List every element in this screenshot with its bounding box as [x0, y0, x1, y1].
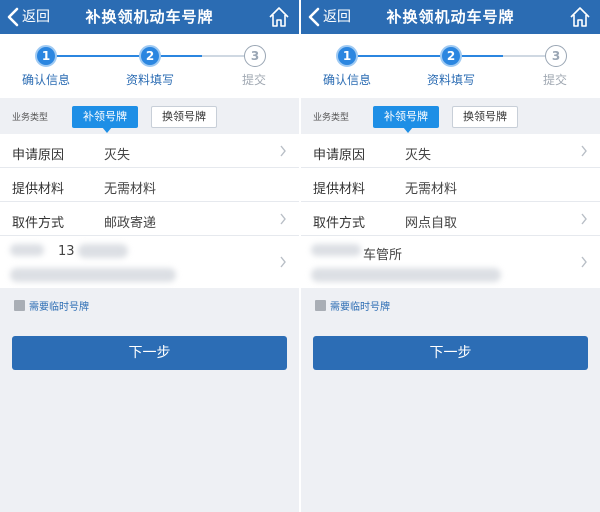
chevron-right-icon	[581, 256, 587, 268]
row-address[interactable]: 车管所	[301, 236, 600, 288]
redacted-text	[10, 244, 44, 256]
step-connector	[54, 55, 140, 57]
row-value: 灭失	[104, 148, 131, 163]
next-button[interactable]: 下一步	[313, 336, 588, 370]
redacted-text	[311, 268, 501, 282]
temp-plate-option[interactable]: 需要临时号牌	[315, 298, 390, 313]
step-label: 提交	[241, 73, 266, 87]
type-option-exchange[interactable]: 换领号牌	[151, 106, 217, 128]
business-type-label: 业务类型	[12, 113, 49, 123]
step-label: 确认信息	[322, 73, 371, 87]
step-label: 资料填写	[125, 73, 174, 87]
chevron-right-icon	[581, 145, 587, 157]
row-value: 灭失	[405, 148, 432, 163]
row-key: 提供材料	[313, 182, 366, 197]
address-partial: 车管所	[363, 248, 403, 263]
temp-plate-option[interactable]: 需要临时号牌	[14, 298, 89, 313]
step-connector	[160, 55, 244, 57]
row-reason[interactable]: 申请原因 灭失	[301, 134, 600, 168]
type-option-exchange[interactable]: 换领号牌	[452, 106, 518, 128]
step-number: 3	[244, 45, 266, 67]
nav-bar: 返回 补换领机动车号牌	[0, 0, 299, 34]
row-address[interactable]: 13	[0, 236, 299, 288]
type-option-replace-lost[interactable]: 补领号牌	[72, 106, 138, 133]
type-option-replace-lost[interactable]: 补领号牌	[373, 106, 439, 133]
business-type-bar: 业务类型 补领号牌 换领号牌	[0, 98, 299, 134]
step-number: 3	[545, 45, 567, 67]
home-icon[interactable]	[568, 5, 592, 29]
temp-plate-label: 需要临时号牌	[29, 302, 89, 313]
row-key: 取件方式	[12, 216, 65, 231]
screen-right: 返回 补换领机动车号牌 1 确认信息 2 资料填写 3 提交 业务类型 补领号牌	[301, 0, 600, 512]
app-screens: 返回 补换领机动车号牌 1 确认信息 2 资料填写 3 提交 业务类型 补领号牌	[0, 0, 600, 512]
chevron-right-icon	[280, 256, 286, 268]
checkbox[interactable]	[14, 300, 25, 311]
next-button[interactable]: 下一步	[12, 336, 287, 370]
row-materials: 提供材料 无需材料	[0, 168, 299, 202]
checkbox[interactable]	[315, 300, 326, 311]
redacted-text	[10, 268, 176, 282]
page-title: 补换领机动车号牌	[386, 8, 515, 26]
progress-steps: 1 确认信息 2 资料填写 3 提交	[0, 34, 299, 98]
business-type-label: 业务类型	[313, 113, 350, 123]
temp-plate-label: 需要临时号牌	[330, 302, 390, 313]
form-rows: 申请原因 灭失 提供材料 无需材料 取件方式 网点自取 车管所	[301, 134, 600, 288]
step-number: 2	[440, 45, 462, 67]
row-value: 无需材料	[104, 182, 157, 197]
nav-bar: 返回 补换领机动车号牌	[301, 0, 600, 34]
row-materials: 提供材料 无需材料	[301, 168, 600, 202]
row-key: 取件方式	[313, 216, 366, 231]
row-value: 无需材料	[405, 182, 458, 197]
redacted-text	[311, 244, 361, 256]
row-key: 申请原因	[313, 148, 366, 163]
row-value: 邮政寄递	[104, 216, 157, 231]
redacted-text	[78, 244, 128, 258]
address-partial: 13	[58, 244, 75, 259]
step-label: 提交	[542, 73, 567, 87]
chevron-right-icon	[280, 213, 286, 225]
step-label: 确认信息	[21, 73, 70, 87]
chevron-right-icon	[581, 213, 587, 225]
business-type-bar: 业务类型 补领号牌 换领号牌	[301, 98, 600, 134]
row-pickup[interactable]: 取件方式 邮政寄递	[0, 202, 299, 236]
step-number: 1	[35, 45, 57, 67]
form-rows: 申请原因 灭失 提供材料 无需材料 取件方式 邮政寄递 13	[0, 134, 299, 288]
row-reason[interactable]: 申请原因 灭失	[0, 134, 299, 168]
step-number: 2	[139, 45, 161, 67]
step-connector	[355, 55, 441, 57]
step-label: 资料填写	[426, 73, 475, 87]
step-connector	[461, 55, 545, 57]
page-title: 补换领机动车号牌	[85, 8, 214, 26]
progress-steps: 1 确认信息 2 资料填写 3 提交	[301, 34, 600, 98]
chevron-right-icon	[280, 145, 286, 157]
row-value: 网点自取	[405, 216, 458, 231]
screen-left: 返回 补换领机动车号牌 1 确认信息 2 资料填写 3 提交 业务类型 补领号牌	[0, 0, 299, 512]
row-pickup[interactable]: 取件方式 网点自取	[301, 202, 600, 236]
row-key: 提供材料	[12, 182, 65, 197]
step-number: 1	[336, 45, 358, 67]
home-icon[interactable]	[267, 5, 291, 29]
row-key: 申请原因	[12, 148, 65, 163]
